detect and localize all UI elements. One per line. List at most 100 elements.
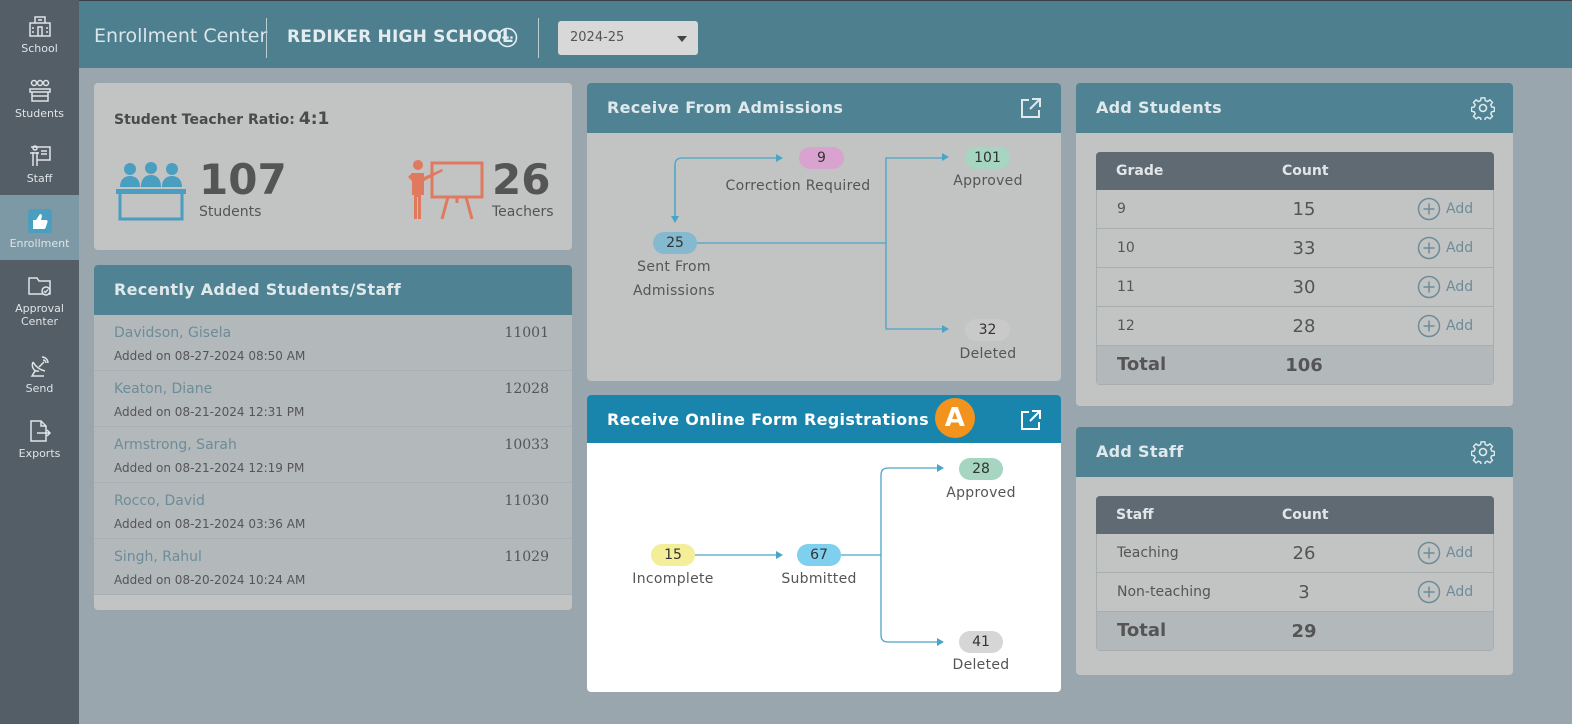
recent-date: Added on 08-21-2024 12:31 PM <box>114 405 305 419</box>
teachers-label: Teachers <box>492 204 554 220</box>
recent-date: Added on 08-20-2024 10:24 AM <box>114 573 306 587</box>
plus-circle-icon <box>1417 275 1441 299</box>
table-row: 12 28 Add <box>1096 307 1494 346</box>
gear-icon[interactable] <box>1471 440 1495 464</box>
file-export-icon <box>29 420 51 442</box>
ratio-label: Student Teacher Ratio: 4:1 <box>114 109 330 129</box>
admissions-approved-label: Approved <box>953 173 1023 189</box>
online-deleted-count[interactable]: 41 <box>959 631 1003 653</box>
students-count: 107 <box>199 155 287 204</box>
sidebar-item-label: Approval Center <box>15 302 64 328</box>
sidebar-item-label: Staff <box>26 172 53 185</box>
add-label: Add <box>1446 318 1474 334</box>
gear-icon[interactable] <box>1471 96 1495 120</box>
grade-cell: 12 <box>1117 318 1135 334</box>
staff-type-cell: Non-teaching <box>1117 584 1211 600</box>
sidebar-item-exports[interactable]: Exports <box>0 405 79 470</box>
correction-label: Correction Required <box>725 178 871 194</box>
recent-id: 11030 <box>504 493 549 509</box>
add-label: Add <box>1446 201 1474 217</box>
students-icon <box>28 79 51 102</box>
table-header: Grade Count <box>1096 152 1494 190</box>
online-approved-count[interactable]: 28 <box>959 458 1003 480</box>
admissions-card: Receive From Admissions 9 Correction Req… <box>587 83 1061 381</box>
sidebar-item-approval-center[interactable]: Approval Center <box>0 260 79 335</box>
submitted-label: Submitted <box>781 571 857 587</box>
table-row: 9 15 Add <box>1096 190 1494 229</box>
add-student-button[interactable]: Add <box>1417 236 1473 260</box>
table-row: 10 33 Add <box>1096 229 1494 268</box>
add-staff-button[interactable]: Add <box>1417 580 1473 604</box>
sent-count[interactable]: 25 <box>653 232 697 254</box>
recent-id: 11029 <box>504 549 549 565</box>
sidebar: School Students Staff Enrollment Approva… <box>0 0 79 724</box>
add-staff-button[interactable]: Add <box>1417 541 1473 565</box>
count-cell: 15 <box>1292 199 1316 220</box>
ratio-card: Student Teacher Ratio: 4:1 107 Students 2… <box>94 83 572 250</box>
sidebar-item-enrollment[interactable]: Enrollment <box>0 195 79 260</box>
plus-circle-icon <box>1417 197 1441 221</box>
table-row: 11 30 Add <box>1096 268 1494 307</box>
total-value: 29 <box>1291 621 1317 642</box>
header-divider <box>266 18 267 58</box>
more-options-icon[interactable] <box>497 27 518 48</box>
sidebar-item-staff[interactable]: Staff <box>0 130 79 195</box>
sidebar-item-send[interactable]: Send <box>0 340 79 405</box>
sent-label-line1: Sent From <box>637 259 711 275</box>
total-label: Total <box>1117 620 1167 641</box>
recent-name[interactable]: Armstrong, Sarah <box>114 437 237 453</box>
list-item[interactable]: Rocco, David 11030 Added on 08-21-2024 0… <box>94 483 572 539</box>
plus-circle-icon <box>1417 314 1441 338</box>
staff-icon <box>29 145 51 166</box>
list-item[interactable]: Armstrong, Sarah 10033 Added on 08-21-20… <box>94 427 572 483</box>
plus-circle-icon <box>1417 236 1441 260</box>
recent-name[interactable]: Davidson, Gisela <box>114 325 231 341</box>
teacher-board-icon <box>408 160 484 220</box>
plus-circle-icon <box>1417 541 1441 565</box>
add-student-button[interactable]: Add <box>1417 314 1473 338</box>
sidebar-item-label: Students <box>14 107 65 120</box>
add-label: Add <box>1446 240 1474 256</box>
staff-type-cell: Teaching <box>1117 545 1179 561</box>
add-students-card-title: Add Students <box>1096 98 1222 117</box>
correction-count[interactable]: 9 <box>799 147 844 169</box>
add-label: Add <box>1446 584 1474 600</box>
add-student-button[interactable]: Add <box>1417 197 1473 221</box>
table-total-row: Total 29 <box>1096 612 1494 651</box>
sent-label-line2: Admissions <box>633 283 715 299</box>
recent-card-title: Recently Added Students/Staff <box>94 265 572 315</box>
list-item[interactable]: Keaton, Diane 12028 Added on 08-21-2024 … <box>94 371 572 427</box>
school-year-value: 2024-25 <box>570 30 625 45</box>
count-cell: 28 <box>1292 316 1316 337</box>
students-group-icon <box>116 162 186 221</box>
add-staff-card-title: Add Staff <box>1096 442 1184 461</box>
school-year-select[interactable]: 2024-25 <box>558 21 698 55</box>
app-title: Enrollment Center <box>94 25 268 47</box>
incomplete-count[interactable]: 15 <box>651 544 695 566</box>
list-item[interactable]: Davidson, Gisela 11001 Added on 08-27-20… <box>94 315 572 371</box>
table-row: Non-teaching 3 Add <box>1096 573 1494 612</box>
count-cell: 33 <box>1292 238 1316 259</box>
admissions-approved-count[interactable]: 101 <box>965 147 1010 169</box>
sidebar-item-students[interactable]: Students <box>0 65 79 130</box>
school-name: REDIKER HIGH SCHOOL <box>287 27 514 47</box>
add-staff-card: Add Staff Staff Count Teaching 26 Add No… <box>1076 427 1513 675</box>
count-cell: 30 <box>1292 277 1316 298</box>
incomplete-label: Incomplete <box>632 571 714 587</box>
add-staff-card-header: Add Staff <box>1076 427 1513 477</box>
online-deleted-label: Deleted <box>952 657 1010 673</box>
recent-date: Added on 08-21-2024 03:36 AM <box>114 517 306 531</box>
sidebar-item-school[interactable]: School <box>0 0 79 65</box>
admissions-deleted-count[interactable]: 32 <box>965 319 1010 341</box>
recent-name[interactable]: Keaton, Diane <box>114 381 212 397</box>
top-bar: Enrollment Center REDIKER HIGH SCHOOL 20… <box>79 0 1572 68</box>
grade-cell: 10 <box>1117 240 1135 256</box>
submitted-count[interactable]: 67 <box>797 544 841 566</box>
recent-name[interactable]: Singh, Rahul <box>114 549 202 565</box>
count-column-header: Count <box>1282 507 1329 523</box>
recent-name[interactable]: Rocco, David <box>114 493 205 509</box>
thumbs-up-icon <box>27 209 52 233</box>
list-item[interactable]: Singh, Rahul 11029 Added on 08-20-2024 1… <box>94 539 572 595</box>
add-student-button[interactable]: Add <box>1417 275 1473 299</box>
sidebar-item-label: Send <box>25 382 54 395</box>
